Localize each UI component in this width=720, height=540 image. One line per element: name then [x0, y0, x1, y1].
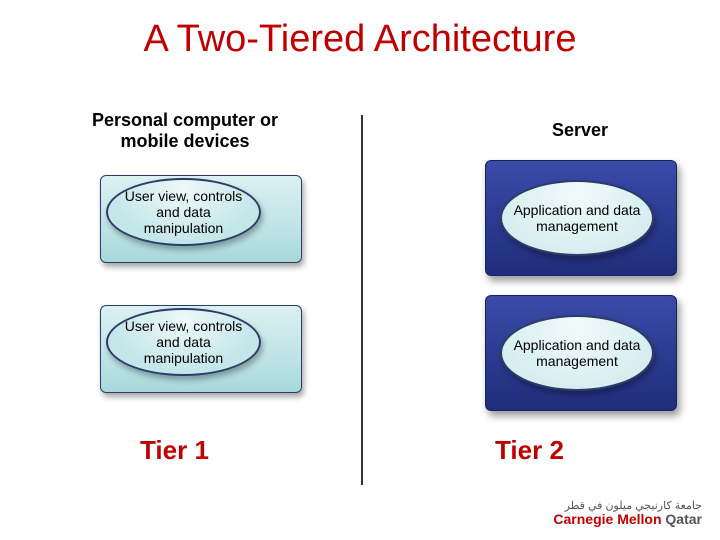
right-oval-2-text: Application and data management: [502, 337, 652, 369]
tier-2-label: Tier 2: [495, 435, 564, 466]
left-column-header: Personal computer or mobile devices: [80, 110, 290, 152]
left-oval-1: User view, controls and data manipulatio…: [112, 180, 255, 244]
logo-english-main: Carnegie Mellon: [553, 511, 661, 527]
right-oval-1-text: Application and data management: [502, 202, 652, 234]
right-column-header: Server: [520, 120, 640, 141]
right-oval-1: Application and data management: [500, 180, 654, 256]
vertical-divider: [361, 115, 363, 485]
slide-title: A Two-Tiered Architecture: [0, 18, 720, 61]
logo-english-line: Carnegie Mellon Qatar: [553, 512, 702, 526]
left-oval-2: User view, controls and data manipulatio…: [112, 310, 255, 374]
right-oval-2: Application and data management: [500, 315, 654, 391]
logo-english-qatar: Qatar: [665, 511, 702, 527]
tier-1-label: Tier 1: [140, 435, 209, 466]
institution-logo: جامعة كارنيجي ميلون في قطر Carnegie Mell…: [553, 501, 702, 526]
